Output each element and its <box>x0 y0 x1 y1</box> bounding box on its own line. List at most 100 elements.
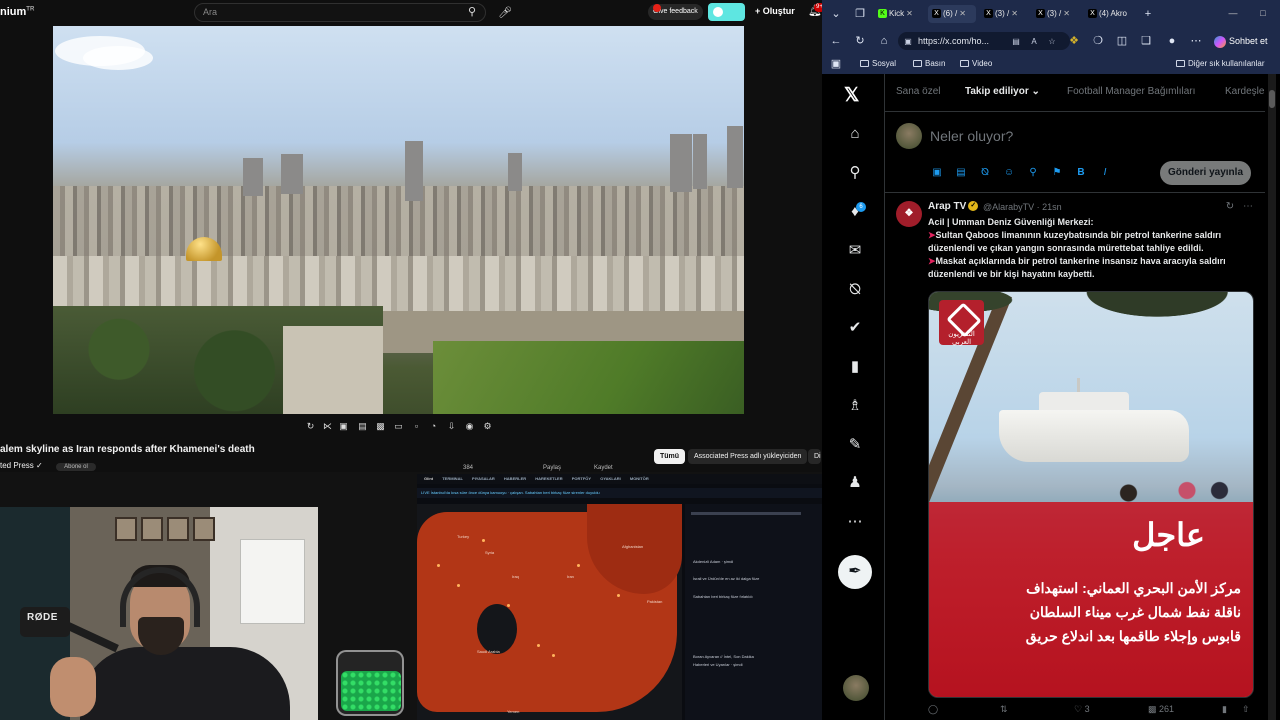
search-box[interactable]: Ara <box>194 3 486 22</box>
url-text[interactable]: https://x.com/ho... <box>918 36 989 46</box>
tab-community[interactable]: Kardeşle <box>1225 86 1264 97</box>
more-icon[interactable]: ⋯ <box>1188 33 1204 49</box>
bookmark-folder[interactable]: Basın <box>913 58 945 70</box>
emoji-icon[interactable]: ☺ <box>1002 166 1016 180</box>
download-icon[interactable]: ⇩ <box>446 421 457 432</box>
italic-icon[interactable]: I <box>1098 166 1112 180</box>
scrollbar-thumb[interactable] <box>1269 90 1275 108</box>
minimize-icon[interactable]: — <box>1226 6 1240 20</box>
read-aloud-icon[interactable]: A <box>1028 36 1040 47</box>
reply-button[interactable]: ◯ <box>928 704 938 715</box>
jobs-icon[interactable]: ♗ <box>844 395 866 417</box>
subscribe-button[interactable]: Abone ol <box>56 463 96 471</box>
theater-icon[interactable]: ▭ <box>393 421 404 432</box>
bookmark-button[interactable]: ▮ <box>1222 704 1227 715</box>
pip-icon[interactable]: ▫ <box>411 421 422 432</box>
loop-icon[interactable]: ↻ <box>305 421 316 432</box>
channel-name[interactable]: ted Press ✓ <box>0 461 43 470</box>
profile-icon[interactable]: ♟ <box>844 472 866 494</box>
video-player[interactable] <box>53 26 744 414</box>
gif-icon[interactable]: ▤ <box>954 166 968 180</box>
tab-for-you[interactable]: Sana özel <box>896 86 940 97</box>
search-input[interactable]: Ara <box>203 7 217 17</box>
clip-icon[interactable]: ▤ <box>357 421 368 432</box>
more-icon[interactable]: ⋯ <box>1242 201 1254 213</box>
microphone-icon[interactable]: 🎤︎ <box>496 4 514 22</box>
repost-button[interactable]: ⇅ <box>1000 704 1008 715</box>
location-icon[interactable]: ⚲ <box>1026 166 1040 180</box>
tweet-author[interactable]: Arap TV ✓ <box>928 201 980 212</box>
home-icon[interactable]: ⌂ <box>876 33 892 49</box>
tab-x-3[interactable]: X (3) / ✕ <box>1032 5 1080 23</box>
refresh-icon[interactable]: ↻ <box>852 33 868 49</box>
tab-x-1[interactable]: X (6) / ✕ <box>928 5 976 23</box>
new-tab-icon[interactable]: + <box>1140 6 1156 22</box>
grok-icon[interactable]: ⦰ <box>978 166 992 180</box>
bookmark-icon[interactable]: ▮ <box>844 356 866 378</box>
split-screen-icon[interactable]: ◫ <box>1114 33 1130 49</box>
lock-icon[interactable]: ▣ <box>902 36 914 47</box>
broadcast-icon[interactable]: ⋉ <box>322 421 333 432</box>
grok-icon[interactable]: ⦰ <box>844 279 866 301</box>
share-button[interactable]: Paylaş <box>543 464 561 472</box>
share-button[interactable]: ⇧ <box>1242 704 1250 715</box>
create-button[interactable]: + Oluştur <box>755 6 795 16</box>
image-icon[interactable]: ▣ <box>930 166 944 180</box>
extension-icon[interactable]: ❖ <box>1066 33 1082 49</box>
tab-x-4[interactable]: X (4) Akro <box>1084 5 1136 23</box>
flag-icon[interactable]: ⚑ <box>1050 166 1064 180</box>
tab-x-2[interactable]: X (3) / ✕ <box>980 5 1028 23</box>
workspaces-icon[interactable]: ❐ <box>852 6 868 22</box>
address-bar[interactable]: ▣ https://x.com/ho... ▤ A ☆ <box>898 32 1070 50</box>
extensions-icon[interactable]: ❍ <box>1090 33 1106 49</box>
miniplayer-icon[interactable]: ▩ <box>375 421 386 432</box>
search-icon[interactable]: ⚲ <box>844 162 866 184</box>
bookmark-folder[interactable]: Diğer sık kullanılanlar <box>1176 58 1264 70</box>
x-logo-icon[interactable]: 𝕏 <box>844 84 859 107</box>
communities-icon[interactable]: ✎ <box>844 434 866 456</box>
search-icon[interactable]: ⚲ <box>458 3 486 22</box>
chip-uploader[interactable]: Associated Press adlı yükleyiciden <box>688 449 808 464</box>
collections-icon[interactable]: ❑ <box>1138 33 1154 49</box>
close-icon[interactable]: ✕ <box>1011 9 1018 18</box>
tab-kick[interactable]: K Kick ✕ <box>874 5 922 23</box>
scrollbar[interactable] <box>1268 74 1276 720</box>
more-icon[interactable]: ⋯ <box>844 511 866 533</box>
copilot-button[interactable]: Sohbet et <box>1214 33 1268 49</box>
tweet-image[interactable]: التلفزيون العربي عاجل مركز الأمن البحري … <box>928 291 1254 698</box>
back-icon[interactable]: ← <box>828 33 844 49</box>
profile-avatar[interactable]: ● <box>1164 33 1180 49</box>
reader-icon[interactable]: ▤ <box>1010 36 1022 47</box>
views-count[interactable]: ▩ 261 <box>1148 704 1174 715</box>
chip-all[interactable]: Tümü <box>654 449 686 464</box>
like-count[interactable]: 384 <box>463 464 473 472</box>
compose-post-button[interactable]: ✒ <box>838 555 872 589</box>
messages-icon[interactable]: ✉ <box>844 240 866 262</box>
post-button[interactable]: Gönderi yayınla <box>1160 161 1251 185</box>
compose-input[interactable]: Neler oluyor? <box>930 128 1013 144</box>
account-avatar[interactable] <box>843 675 869 701</box>
close-icon[interactable]: ✕ <box>959 9 966 18</box>
bold-icon[interactable]: B <box>1074 166 1088 180</box>
youtube-logo[interactable]: niumTR <box>0 6 34 18</box>
settings-icon[interactable]: ⚙ <box>482 421 493 432</box>
bookmark-folder[interactable]: Sosyal <box>860 58 896 70</box>
chevron-down-icon[interactable]: ⌄ <box>828 6 844 22</box>
theme-toggle[interactable] <box>708 3 745 21</box>
tweet-handle[interactable]: @AlarabyTV · 21sn <box>983 202 1062 212</box>
tab-community[interactable]: Football Manager Bağımlıları <box>1067 86 1195 97</box>
maximize-icon[interactable]: □ <box>1256 6 1270 20</box>
like-button[interactable]: ♡ 3 <box>1074 704 1090 715</box>
home-icon[interactable]: ⌂ <box>844 123 866 145</box>
favorites-icon[interactable]: ▣ <box>828 56 844 72</box>
grok-icon[interactable]: ↻ <box>1224 201 1236 213</box>
speed-icon[interactable]: ◔ <box>428 421 439 432</box>
close-icon[interactable]: ✕ <box>1063 9 1070 18</box>
bookmark-folder[interactable]: Video <box>960 58 992 70</box>
save-button[interactable]: Kaydet <box>594 464 613 472</box>
lists-icon[interactable]: ✔ <box>844 317 866 339</box>
screenshot-icon[interactable]: ◉ <box>464 421 475 432</box>
favorite-icon[interactable]: ☆ <box>1046 36 1058 47</box>
close-icon[interactable]: ✕ <box>906 9 913 18</box>
chip-more[interactable]: Di <box>808 449 821 464</box>
